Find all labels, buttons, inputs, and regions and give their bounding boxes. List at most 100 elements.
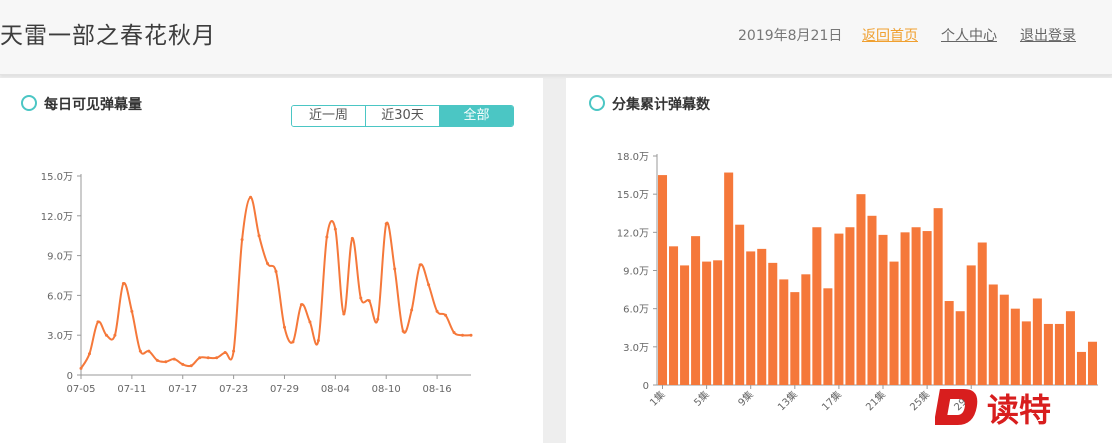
bar bbox=[1076, 351, 1086, 385]
bar bbox=[735, 224, 745, 385]
bar bbox=[768, 262, 778, 385]
data-point bbox=[172, 357, 176, 361]
data-point bbox=[299, 303, 303, 307]
data-point bbox=[291, 340, 295, 344]
data-point bbox=[181, 362, 185, 366]
data-point bbox=[223, 350, 227, 354]
y-tick-label: 15.0万 bbox=[617, 190, 649, 201]
daily-line-chart: 0 3.0万 6.0万 9.0万 12.0万 15.0万 07-05 07-11 07-17 07… bbox=[41, 172, 473, 395]
data-point bbox=[469, 333, 473, 337]
bar bbox=[911, 227, 921, 385]
x-tick-label: 07-29 bbox=[270, 384, 299, 395]
bar bbox=[944, 301, 954, 385]
y-tick-label: 15.0万 bbox=[41, 172, 73, 183]
y-tick-label: 9.0万 bbox=[47, 252, 73, 263]
data-point bbox=[249, 195, 253, 199]
data-point bbox=[206, 356, 210, 360]
y-tick-label: 0 bbox=[643, 381, 649, 392]
y-tick-label: 6.0万 bbox=[47, 291, 73, 302]
bar bbox=[757, 248, 767, 385]
bar bbox=[790, 292, 800, 385]
logout-link[interactable]: 退出登录 bbox=[1020, 25, 1076, 45]
data-point bbox=[164, 360, 168, 364]
x-tick-label: 07-23 bbox=[219, 384, 248, 395]
bar bbox=[713, 260, 723, 385]
y-tick-label: 18.0万 bbox=[617, 152, 649, 163]
data-point bbox=[427, 283, 431, 287]
data-point bbox=[121, 281, 125, 285]
profile-link[interactable]: 个人中心 bbox=[941, 25, 997, 45]
data-point bbox=[130, 309, 134, 313]
data-point bbox=[393, 267, 397, 271]
data-point bbox=[418, 263, 422, 267]
data-point bbox=[376, 317, 380, 321]
data-point bbox=[367, 299, 371, 303]
data-point bbox=[359, 296, 363, 300]
bar bbox=[856, 194, 866, 385]
bar bbox=[779, 279, 789, 385]
bar bbox=[801, 274, 811, 385]
x-tick-label: 25集 bbox=[907, 388, 932, 413]
data-point bbox=[104, 333, 108, 337]
data-point bbox=[147, 349, 151, 353]
bar bbox=[691, 236, 701, 385]
bar bbox=[955, 311, 965, 385]
data-point bbox=[266, 262, 270, 266]
page-title: 天雷一部之春花秋月 bbox=[0, 23, 216, 49]
bar bbox=[1087, 341, 1097, 385]
data-point bbox=[435, 309, 439, 313]
data-point bbox=[444, 313, 448, 317]
y-tick-label: 9.0万 bbox=[623, 267, 649, 278]
bar bbox=[988, 284, 998, 385]
y-tick-label: 3.0万 bbox=[623, 343, 649, 354]
data-point bbox=[461, 333, 465, 337]
data-point bbox=[452, 331, 456, 335]
y-tick-label: 12.0万 bbox=[41, 212, 73, 223]
data-point bbox=[282, 325, 286, 329]
bar bbox=[1010, 308, 1020, 385]
x-tick-label: 08-16 bbox=[423, 384, 452, 395]
bar bbox=[746, 251, 756, 385]
y-tick-label: 12.0万 bbox=[617, 228, 649, 239]
data-point bbox=[240, 238, 244, 242]
data-point bbox=[333, 227, 337, 231]
bar bbox=[845, 227, 855, 385]
bar bbox=[1043, 323, 1053, 385]
x-tick-label: 21集 bbox=[863, 388, 888, 413]
bar bbox=[1065, 311, 1075, 385]
data-point bbox=[87, 352, 91, 356]
x-tick-label: 07-05 bbox=[66, 384, 95, 395]
x-tick-label: 08-04 bbox=[321, 384, 350, 395]
data-point bbox=[350, 236, 354, 240]
x-tick-label: 1集 bbox=[647, 388, 668, 409]
data-point bbox=[155, 358, 159, 362]
data-point bbox=[96, 320, 100, 324]
series-line bbox=[80, 196, 472, 369]
bar bbox=[878, 234, 888, 385]
home-link[interactable]: 返回首页 bbox=[862, 25, 918, 45]
daily-danmaku-panel: 每日可见弹幕量 近一周 近30天 全部 0 3.0万 6.0万 9.0万 12.0万 15… bbox=[0, 78, 543, 443]
data-point bbox=[138, 349, 142, 353]
x-tick-label: 07-11 bbox=[117, 384, 146, 395]
data-point bbox=[189, 364, 193, 368]
data-point bbox=[257, 234, 261, 238]
bar bbox=[867, 215, 877, 385]
x-tick-label: 07-17 bbox=[168, 384, 197, 395]
x-tick-label: 13集 bbox=[775, 388, 800, 413]
data-point bbox=[316, 339, 320, 343]
data-point bbox=[308, 320, 312, 324]
bar bbox=[658, 175, 668, 385]
bar bbox=[812, 227, 822, 385]
data-point bbox=[215, 356, 219, 360]
x-tick-label: 5集 bbox=[691, 388, 712, 409]
data-point bbox=[325, 235, 329, 239]
x-tick-label: 17集 bbox=[819, 388, 844, 413]
bar bbox=[834, 233, 844, 385]
top-header: 天雷一部之春花秋月 2019年8月21日 返回首页 个人中心 退出登录 bbox=[0, 0, 1112, 75]
y-tick-label: 3.0万 bbox=[47, 331, 73, 342]
y-tick-label: 0 bbox=[67, 371, 73, 382]
bar bbox=[922, 231, 932, 385]
bar bbox=[1054, 323, 1064, 385]
bar bbox=[900, 232, 910, 385]
x-tick-label: 9集 bbox=[735, 388, 756, 409]
